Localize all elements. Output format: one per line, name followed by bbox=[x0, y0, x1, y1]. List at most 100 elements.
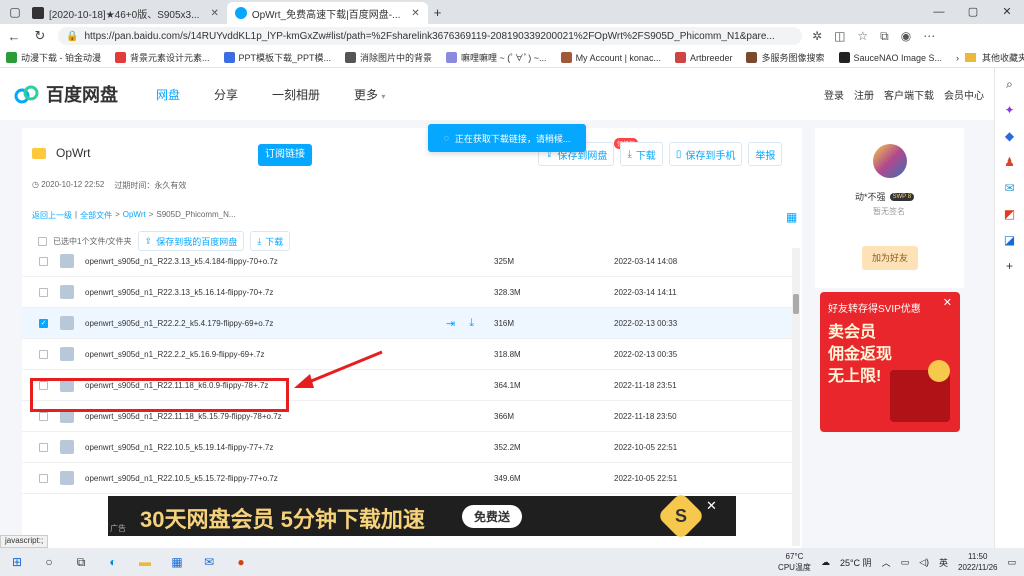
search-icon[interactable]: ○ bbox=[40, 555, 58, 569]
edge-icon[interactable]: ◐ bbox=[104, 555, 122, 569]
nav-netdisk[interactable]: 网盘 bbox=[156, 86, 180, 103]
svip-promo-ad[interactable]: 好友转存得SVIP优惠 ✕ 卖会员 佣金返现 无上限! bbox=[820, 292, 960, 432]
file-name[interactable]: openwrt_s905d_n1_R22.11.18_k5.15.79-flip… bbox=[85, 412, 282, 421]
nav-album[interactable]: 一刻相册 bbox=[272, 86, 320, 103]
bookmark-item[interactable]: Artbreeder bbox=[674, 52, 732, 63]
tab-actions-icon[interactable]: ▢ bbox=[6, 5, 24, 19]
refresh-icon[interactable]: ↻ bbox=[32, 28, 48, 44]
report-button[interactable]: 举报 bbox=[748, 142, 783, 166]
download-button[interactable]: ⤓ 下载 bbox=[620, 142, 663, 166]
row-checkbox[interactable] bbox=[39, 349, 48, 359]
file-name[interactable]: openwrt_s905d_n1_R22.3.13_k5.4.184-flipp… bbox=[85, 257, 278, 266]
add-icon[interactable]: + bbox=[1002, 258, 1018, 274]
close-icon[interactable]: ✕ bbox=[706, 498, 717, 514]
back-icon[interactable]: ← bbox=[6, 29, 22, 44]
add-friend-button[interactable]: 加为好友 bbox=[862, 246, 918, 270]
scrollbar-thumb[interactable] bbox=[793, 294, 799, 314]
outlook-icon[interactable]: ◪ bbox=[1002, 232, 1018, 248]
office-icon[interactable]: ◩ bbox=[1002, 206, 1018, 222]
back-up-link[interactable]: 返回上一级 bbox=[32, 210, 72, 221]
vip-banner-ad[interactable]: 广告 30天网盘会员 5分钟下载加速 免费送 S ✕ bbox=[108, 491, 736, 541]
file-name[interactable]: openwrt_s905d_n1_R22.2.2_k5.4.179-flippy… bbox=[85, 319, 273, 328]
bookmark-item[interactable]: 嘛哩嘛哩 ~ (ﾟ∀ﾟ) ~... bbox=[446, 51, 547, 64]
row-checkbox[interactable] bbox=[39, 442, 48, 452]
grid-view-icon[interactable]: ▦ bbox=[786, 210, 797, 224]
tag-icon[interactable]: ◆ bbox=[1002, 128, 1018, 144]
task-view-icon[interactable]: ⧉ bbox=[72, 555, 90, 570]
table-row[interactable]: openwrt_s905d_n1_R22.3.13_k5.16.14-flipp… bbox=[22, 277, 792, 308]
store-icon[interactable]: ▦ bbox=[168, 555, 186, 569]
avatar[interactable] bbox=[873, 144, 907, 178]
bookmark-item[interactable]: SauceNAO Image S... bbox=[838, 52, 942, 63]
bookmark-item[interactable]: PPT模板下载_PPT模... bbox=[223, 51, 331, 64]
row-checkbox[interactable] bbox=[39, 411, 48, 421]
close-icon[interactable]: ✕ bbox=[210, 8, 218, 19]
split-screen-icon[interactable]: ◫ bbox=[834, 29, 845, 44]
new-tab-button[interactable]: + bbox=[434, 5, 442, 20]
mail-icon[interactable]: ✉ bbox=[200, 555, 218, 569]
profile-avatar-icon[interactable]: ◉ bbox=[901, 29, 911, 44]
bookmark-item[interactable]: 背景元素设计元素... bbox=[115, 51, 210, 64]
tools-icon[interactable]: ✉ bbox=[1002, 180, 1018, 196]
network-icon[interactable]: ▭ bbox=[901, 557, 910, 568]
opwrt-link[interactable]: OpWrt bbox=[123, 210, 146, 221]
bookmark-item[interactable]: 动漫下载 - 铂金动漫 bbox=[6, 51, 101, 64]
maximize-icon[interactable]: ▢ bbox=[956, 0, 990, 24]
browser-tab-1[interactable]: [2020-10-18]★46+0版、S905x3... ✕ bbox=[24, 2, 227, 24]
table-row[interactable]: openwrt_s905d_n1_R22.2.2_k5.16.9-flippy-… bbox=[22, 339, 792, 370]
close-window-icon[interactable]: ✕ bbox=[990, 0, 1024, 24]
url-input[interactable]: 🔒 https://pan.baidu.com/s/14RUYvddKL1p_l… bbox=[58, 27, 802, 45]
nav-more[interactable]: 更多 ▾ bbox=[354, 86, 385, 103]
browser-tab-2[interactable]: OpWrt_免费高速下载|百度网盘-... ✕ bbox=[226, 2, 428, 24]
bookmark-item[interactable]: 消除图片中的背景 bbox=[345, 51, 432, 64]
notification-icon[interactable]: ▭ bbox=[1007, 557, 1016, 568]
select-all-checkbox[interactable] bbox=[38, 236, 47, 246]
games-icon[interactable]: ♟ bbox=[1002, 154, 1018, 170]
weather-text[interactable]: 25°C 阴 bbox=[840, 556, 872, 569]
chevron-up-icon[interactable]: ︿ bbox=[882, 556, 891, 569]
file-name[interactable]: openwrt_s905d_n1_R22.3.13_k5.16.14-flipp… bbox=[85, 288, 273, 297]
download-icon[interactable]: ⤓ bbox=[469, 317, 474, 330]
collections-icon[interactable]: ⧉ bbox=[880, 29, 889, 44]
nav-share[interactable]: 分享 bbox=[214, 86, 238, 103]
row-checkbox-checked[interactable]: ✓ bbox=[39, 318, 48, 328]
more-icon[interactable]: ⋯ bbox=[923, 29, 935, 44]
all-files-link[interactable]: 全部文件 bbox=[80, 210, 112, 221]
bookmark-item[interactable]: My Account | konac... bbox=[560, 52, 661, 63]
baidu-pan-logo[interactable]: 百度网盘 bbox=[14, 81, 118, 107]
file-list-scrollbar[interactable] bbox=[792, 248, 800, 546]
save-to-phone-button[interactable]: ▯ 保存到手机 bbox=[668, 142, 743, 166]
file-name[interactable]: openwrt_s905d_n1_R22.2.2_k5.16.9-flippy-… bbox=[85, 350, 264, 359]
favorites-icon[interactable]: ☆ bbox=[857, 29, 868, 44]
close-icon[interactable]: ✕ bbox=[411, 8, 419, 19]
table-row[interactable]: openwrt_s905d_n1_R22.10.5_k5.19.14-flipp… bbox=[22, 432, 792, 463]
close-icon[interactable]: ✕ bbox=[943, 296, 952, 309]
table-row-selected[interactable]: ✓ openwrt_s905d_n1_R22.2.2_k5.4.179-flip… bbox=[22, 308, 792, 339]
bookmark-item[interactable]: 多服务图像搜索 bbox=[746, 51, 825, 64]
row-checkbox[interactable] bbox=[39, 256, 48, 266]
table-row[interactable]: openwrt_s905d_n1_R22.3.13_k5.4.184-flipp… bbox=[22, 246, 792, 277]
vip-center-link[interactable]: 会员中心 bbox=[944, 87, 984, 102]
file-name[interactable]: openwrt_s905d_n1_R22.10.5_k5.15.72-flipp… bbox=[85, 474, 278, 483]
extensions-icon[interactable]: ✲ bbox=[812, 29, 822, 44]
table-row[interactable]: openwrt_s905d_n1_R22.10.5_k5.15.72-flipp… bbox=[22, 463, 792, 494]
save-icon[interactable]: ⇥ bbox=[446, 317, 455, 330]
minimize-icon[interactable]: — bbox=[922, 0, 956, 24]
file-explorer-icon[interactable]: ▬ bbox=[136, 555, 154, 569]
windows-start-icon[interactable]: ⊞ bbox=[8, 555, 26, 569]
subscribe-button[interactable]: 订阅链接 bbox=[258, 144, 312, 166]
file-name[interactable]: openwrt_s905d_n1_R22.10.5_k5.19.14-flipp… bbox=[85, 443, 273, 452]
search-icon[interactable]: ⌕ bbox=[1002, 76, 1018, 92]
volume-icon[interactable]: ◁) bbox=[919, 557, 929, 568]
weather-icon[interactable]: ☁ bbox=[821, 557, 830, 568]
register-link[interactable]: 注册 bbox=[854, 87, 874, 102]
ime-indicator[interactable]: 英 bbox=[939, 556, 948, 569]
free-gift-button[interactable]: 免费送 bbox=[462, 505, 523, 528]
recorder-icon[interactable]: ● bbox=[232, 555, 250, 569]
client-download-link[interactable]: 客户端下载 bbox=[884, 87, 934, 102]
login-link[interactable]: 登录 bbox=[824, 87, 844, 102]
row-checkbox[interactable] bbox=[39, 473, 48, 483]
clock[interactable]: 11:50 2022/11/26 bbox=[958, 551, 997, 573]
copilot-icon[interactable]: ✦ bbox=[1002, 102, 1018, 118]
row-checkbox[interactable] bbox=[39, 287, 48, 297]
